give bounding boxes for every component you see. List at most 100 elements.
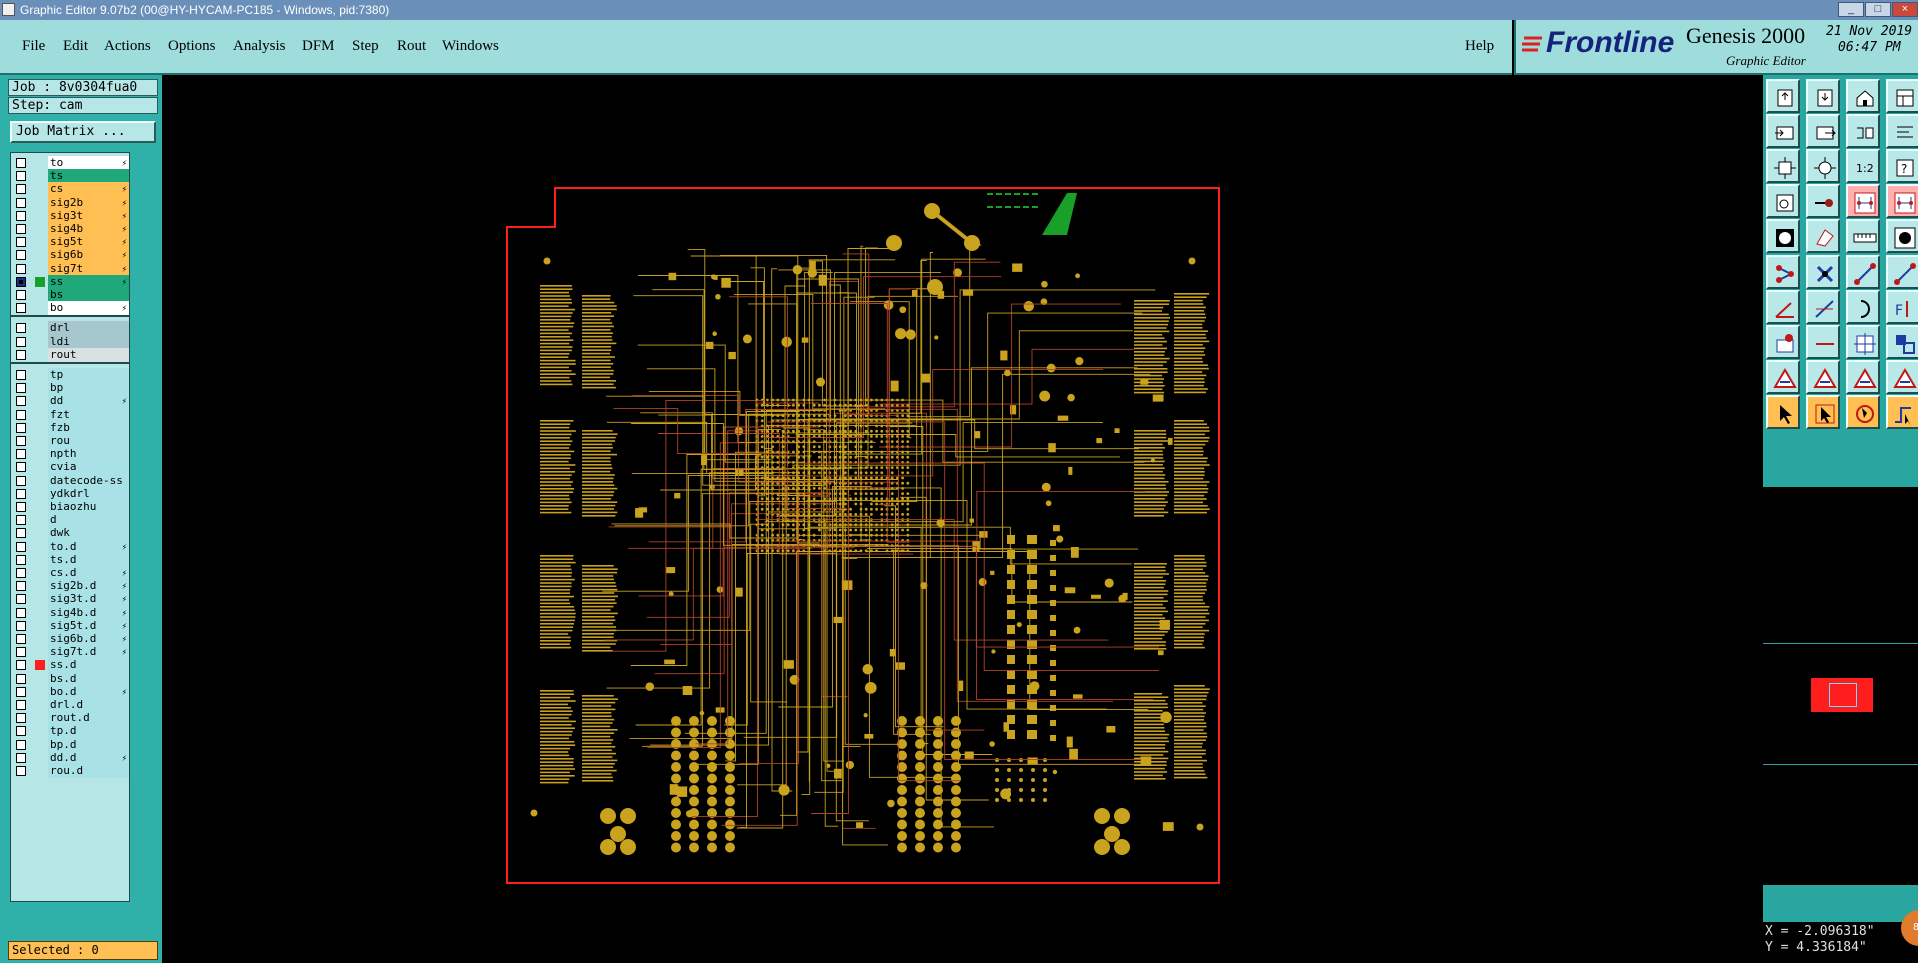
layer-checkbox[interactable] — [16, 528, 26, 539]
tool-button-line[interactable] — [1806, 290, 1840, 324]
layer-checkbox[interactable] — [16, 409, 26, 420]
tool-button-triangle[interactable] — [1806, 360, 1840, 394]
tool-button-text[interactable]: F — [1886, 290, 1918, 324]
layer-checkbox[interactable] — [16, 158, 26, 168]
tool-button-triangle[interactable] — [1766, 360, 1800, 394]
tool-button-gauge[interactable] — [1846, 325, 1880, 359]
layer-checkbox[interactable] — [16, 210, 26, 221]
layer-checkbox[interactable] — [16, 263, 26, 274]
tool-button-arc[interactable] — [1846, 290, 1880, 324]
menu-analysis[interactable]: Analysis — [233, 38, 286, 55]
job-matrix-button[interactable]: Job Matrix ... — [10, 121, 156, 143]
tool-button-record[interactable] — [1766, 219, 1800, 253]
tool-button-layout[interactable] — [1886, 79, 1918, 113]
layer-checkbox[interactable] — [16, 700, 26, 710]
tool-button-ruler[interactable] — [1846, 219, 1880, 253]
tool-button-connect[interactable] — [1846, 255, 1880, 289]
layer-checkbox[interactable] — [16, 383, 26, 394]
layer-checkbox[interactable] — [16, 488, 26, 499]
tool-button-minus[interactable] — [1806, 325, 1840, 359]
layer-checkbox[interactable] — [16, 607, 26, 618]
tool-button-fit-screen[interactable] — [1766, 149, 1800, 183]
maximize-button[interactable]: □ — [1865, 2, 1891, 17]
layer-checkbox[interactable] — [16, 323, 26, 334]
layer-checkbox[interactable] — [16, 568, 26, 578]
layer-checkbox[interactable] — [16, 475, 26, 486]
layer-checkbox[interactable] — [16, 303, 26, 314]
layer-name[interactable]: rout — [48, 347, 129, 362]
menu-dfm[interactable]: DFM — [302, 38, 335, 55]
tool-button-target[interactable] — [1886, 219, 1918, 253]
layer-checkbox[interactable] — [16, 713, 26, 724]
tool-button-align[interactable] — [1886, 114, 1918, 148]
layer-row-bo[interactable]: bo ⚡ — [11, 300, 129, 316]
tool-button-cross[interactable] — [1806, 255, 1840, 289]
menu-step[interactable]: Step — [352, 38, 379, 55]
layer-name[interactable]: bo ⚡ — [48, 301, 129, 316]
tool-button-nodes[interactable] — [1766, 255, 1800, 289]
layer-checkbox[interactable] — [16, 634, 26, 644]
menu-file[interactable]: File — [22, 38, 45, 55]
layer-checkbox[interactable] — [16, 336, 26, 347]
tool-button-net-red[interactable] — [1846, 184, 1880, 218]
menu-help[interactable]: Help — [1465, 38, 1494, 55]
layer-list-scrollbar[interactable] — [132, 152, 160, 902]
layer-checkbox[interactable] — [16, 541, 26, 552]
layer-checkbox[interactable] — [16, 515, 26, 526]
layer-checkbox[interactable] — [16, 752, 26, 763]
tool-button-home[interactable] — [1846, 79, 1880, 113]
tool-button-pad[interactable] — [1766, 325, 1800, 359]
pcb-board-view[interactable] — [162, 75, 1763, 963]
layer-checkbox[interactable] — [16, 349, 26, 360]
tool-button-snap[interactable] — [1766, 184, 1800, 218]
close-button[interactable]: × — [1892, 2, 1918, 17]
layer-checkbox[interactable] — [16, 290, 26, 300]
tool-button-pointer-select[interactable] — [1806, 395, 1840, 429]
menu-rout[interactable]: Rout — [397, 38, 426, 55]
tool-button-triangle[interactable] — [1886, 360, 1918, 394]
layer-checkbox[interactable] — [16, 224, 26, 234]
layer-checkbox[interactable] — [16, 370, 26, 380]
tool-button-angle[interactable] — [1766, 290, 1800, 324]
layer-checkbox[interactable] — [16, 184, 26, 195]
menu-options[interactable]: Options — [168, 38, 216, 55]
tool-button-zoom[interactable] — [1806, 149, 1840, 183]
menu-edit[interactable]: Edit — [63, 38, 88, 55]
tool-button-fill[interactable] — [1806, 219, 1840, 253]
layer-checkbox[interactable] — [16, 766, 26, 776]
layer-checkbox[interactable] — [16, 726, 26, 737]
tool-button-help[interactable]: ? — [1886, 149, 1918, 183]
layer-checkbox[interactable] — [16, 554, 26, 565]
layer-checkbox[interactable] — [16, 594, 26, 605]
layer-checkbox[interactable] — [16, 422, 26, 433]
tool-button-route[interactable] — [1886, 395, 1918, 429]
menu-windows[interactable]: Windows — [442, 38, 499, 55]
layer-row-rout[interactable]: rout — [11, 347, 129, 363]
layer-name[interactable]: rou.d — [48, 764, 129, 778]
tool-button-rotate[interactable] — [1846, 395, 1880, 429]
overview-panel[interactable] — [1763, 485, 1918, 885]
minimize-button[interactable]: _ — [1838, 2, 1864, 17]
layer-checkbox[interactable] — [16, 197, 26, 208]
menu-actions[interactable]: Actions — [104, 38, 151, 55]
tool-button-group[interactable] — [1886, 325, 1918, 359]
graphic-canvas[interactable] — [162, 75, 1763, 963]
layer-checkbox[interactable] — [16, 171, 26, 182]
layer-checkbox[interactable] — [16, 673, 26, 684]
layer-checkbox[interactable] — [16, 660, 26, 671]
layer-checkbox[interactable] — [16, 396, 26, 407]
tool-button-pointer[interactable] — [1766, 395, 1800, 429]
tool-button-triangle[interactable] — [1846, 360, 1880, 394]
window-titlebar[interactable]: Graphic Editor 9.07b2 (00@HY-HYCAM-PC185… — [0, 0, 1918, 20]
tool-button-connect[interactable] — [1886, 255, 1918, 289]
layer-checkbox[interactable] — [16, 276, 26, 287]
layer-checkbox[interactable] — [16, 250, 26, 261]
layer-checkbox[interactable] — [16, 462, 26, 473]
layer-checkbox[interactable] — [16, 581, 26, 592]
tool-button-arrow-in[interactable] — [1766, 114, 1800, 148]
tool-button-measure[interactable] — [1806, 184, 1840, 218]
tool-button-ratio[interactable]: 1:2 — [1846, 149, 1880, 183]
overview-viewport[interactable] — [1829, 683, 1857, 707]
layer-checkbox[interactable] — [16, 739, 26, 750]
tool-button-download[interactable] — [1806, 79, 1840, 113]
